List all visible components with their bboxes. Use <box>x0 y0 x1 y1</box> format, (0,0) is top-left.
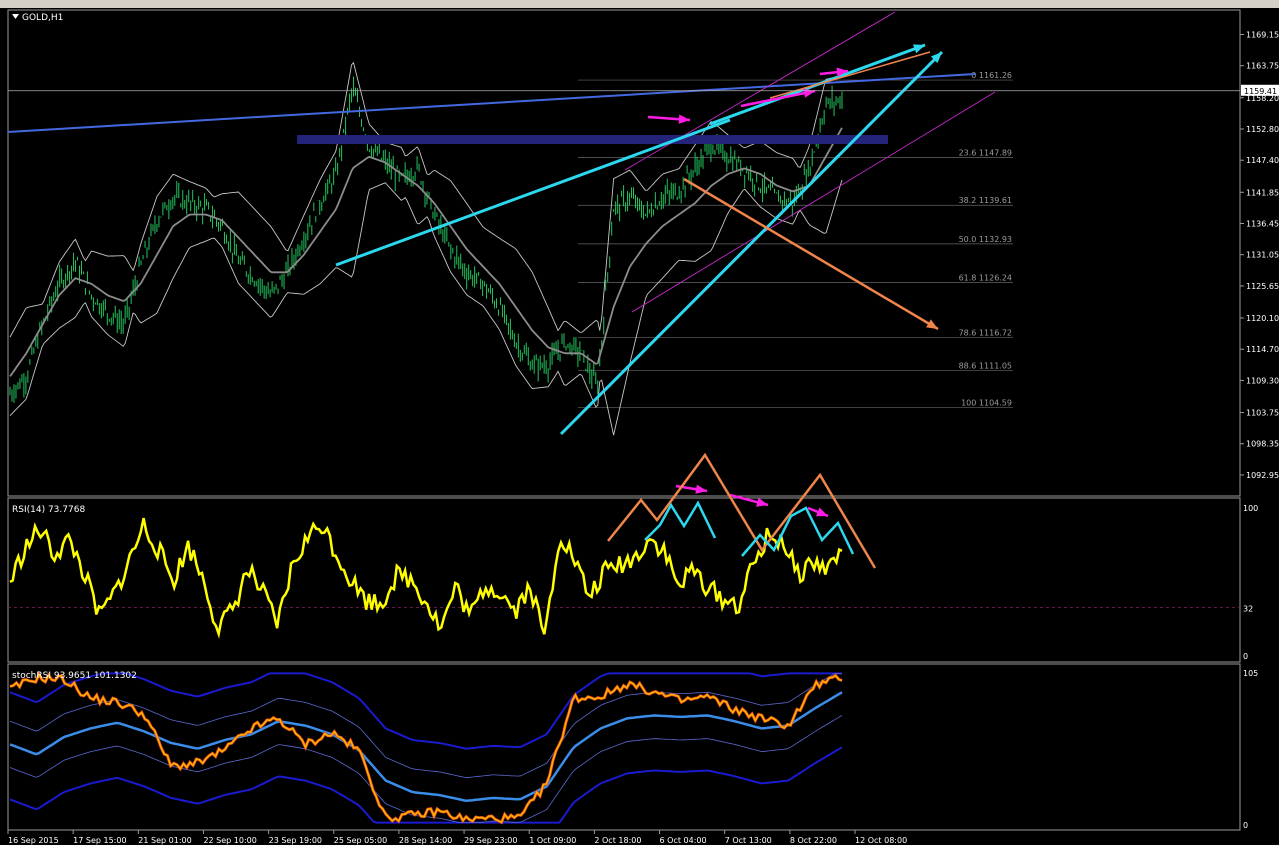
price-tick-label: 1114.70 <box>1246 345 1279 354</box>
dropdown-triangle-icon[interactable] <box>12 14 19 19</box>
time-label: 1 Oct 09:00 <box>529 836 576 845</box>
magenta-arrow-1-head <box>678 114 690 124</box>
rsi-magenta-arrow-3-head <box>816 507 828 517</box>
price-tick-label: 1169.15 <box>1246 30 1279 39</box>
price-tick-label: 1152.80 <box>1246 125 1279 134</box>
price-axis: 1169.151163.751158.201152.801147.401141.… <box>8 30 1279 480</box>
time-label: 6 Oct 04:00 <box>660 836 707 845</box>
time-label: 17 Sep 15:00 <box>73 836 126 845</box>
price-tick-label: 1109.30 <box>1246 376 1279 385</box>
price-tick-label: 1098.35 <box>1246 440 1279 449</box>
price-tick-label: 1120.10 <box>1246 314 1279 323</box>
channel-lower <box>631 91 996 313</box>
time-axis: 16 Sep 2015 17 Sep 15:00 21 Sep 01:00 22 Se… <box>7 830 907 845</box>
price-tick-label: 1103.75 <box>1246 409 1279 418</box>
time-label: 2 Oct 18:00 <box>594 836 641 845</box>
symbol-title: GOLD,H1 <box>22 13 63 23</box>
resistance-zone <box>297 135 888 144</box>
bollinger-lower <box>9 179 843 436</box>
trend-drawings[interactable] <box>7 11 996 518</box>
price-tick-label: 1141.85 <box>1246 188 1279 197</box>
fib-label: 38.2 1139.61 <box>959 196 1012 205</box>
time-label: 21 Sep 01:00 <box>138 836 191 845</box>
rsi-orange-zigzag <box>607 452 877 569</box>
magenta-arrow-2 <box>740 89 816 108</box>
fib-label: 0 1161.26 <box>971 71 1012 80</box>
fib-label: 78.6 1116.72 <box>959 329 1012 338</box>
rsi-title: RSI(14) 73.7768 <box>12 505 85 515</box>
fibonacci-levels: 0 1161.26 23.6 1147.89 38.2 1139.61 50.0 11… <box>578 71 1013 409</box>
time-label: 29 Sep 23:00 <box>464 836 517 845</box>
time-label: 8 Oct 22:00 <box>790 836 837 845</box>
rsi-level-label: 100 <box>1243 504 1258 513</box>
moving-average <box>9 127 843 377</box>
stoch-level-label: 105 <box>1243 669 1258 678</box>
time-label: 22 Sep 10:00 <box>203 836 256 845</box>
fib-label: 100 1104.59 <box>961 399 1012 408</box>
rsi-level-label: 32 <box>1243 605 1253 614</box>
stoch-title: stochRSI 93.9651 101.1302 <box>12 671 137 681</box>
fib-label: 61.8 1126.24 <box>959 274 1012 283</box>
time-label: 25 Sep 05:00 <box>334 836 387 845</box>
chart-window[interactable]: GOLD,H1 0 1161.26 23.6 1147.89 38.2 1139.6… <box>0 0 1279 845</box>
price-tick-label: 1092.95 <box>1246 471 1279 480</box>
fib-label: 88.6 1111.05 <box>959 361 1012 370</box>
rsi-cyan-zigzag-2 <box>741 506 855 557</box>
price-tick-label: 1163.75 <box>1246 62 1279 71</box>
stochrsi-indicator: 105 0 <box>9 669 1258 830</box>
upper-cyan-arrow-head <box>913 44 925 54</box>
rsi-level-label: 0 <box>1243 652 1248 661</box>
stoch-inner-upper <box>9 673 842 779</box>
rsi-indicator: 100 32 0 <box>8 452 1258 661</box>
main-panel-frame <box>7 9 1241 497</box>
rsi-line <box>9 517 843 639</box>
price-tick-label: 1131.05 <box>1246 251 1279 260</box>
time-label: 23 Sep 19:00 <box>269 836 322 845</box>
price-tick-label: 1125.65 <box>1246 282 1279 291</box>
stoch-fast-line <box>9 672 843 824</box>
price-series <box>9 61 843 436</box>
time-label: 7 Oct 13:00 <box>725 836 772 845</box>
current-price-label: 1159.41 <box>1244 87 1277 96</box>
rsi-cyan-zigzag-1 <box>644 500 717 541</box>
magenta-arrow-2-head <box>803 88 815 98</box>
time-label: 16 Sep 2015 <box>8 836 59 845</box>
price-tick-label: 1147.40 <box>1246 156 1279 165</box>
bearish-target-arrow <box>683 177 939 331</box>
stoch-fast-shadow <box>9 671 843 825</box>
fib-label: 50.0 1132.93 <box>959 235 1012 244</box>
rsi-magenta-arrow-1-head <box>695 484 707 494</box>
price-tick-label: 1136.45 <box>1246 219 1279 228</box>
time-label: 12 Oct 08:00 <box>855 836 907 845</box>
fib-label: 23.6 1147.89 <box>959 148 1012 157</box>
stoch-inner-lower <box>9 715 843 823</box>
stoch-level-label: 0 <box>1243 821 1248 830</box>
time-label: 28 Sep 14:00 <box>399 836 452 845</box>
